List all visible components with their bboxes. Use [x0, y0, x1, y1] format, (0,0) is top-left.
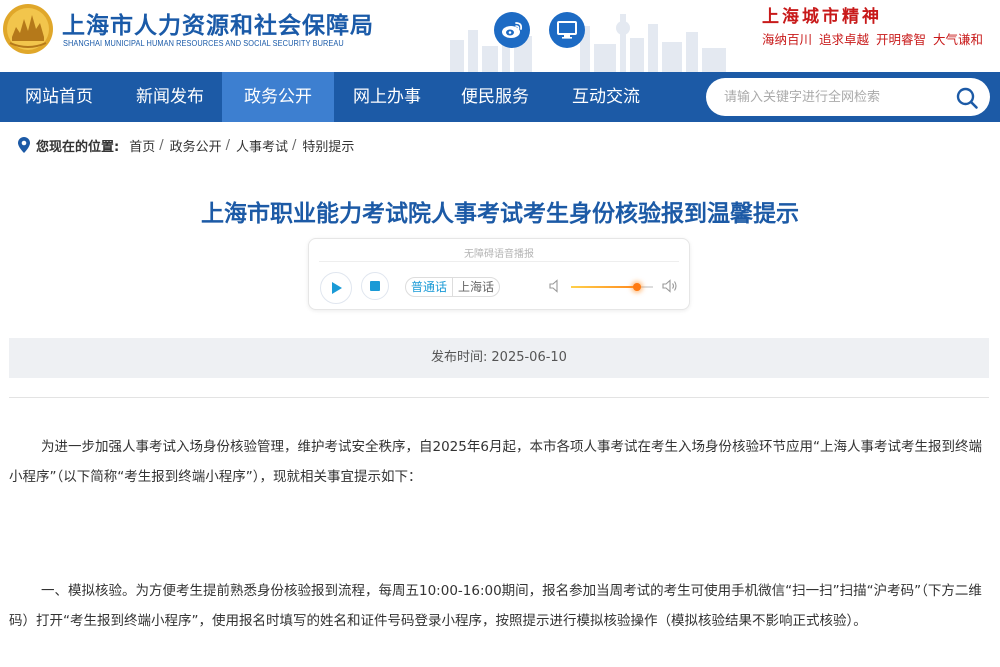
dialect-toggle: 普通话 上海话: [405, 277, 501, 297]
breadcrumb: 您现在的位置: 首页 / 政务公开 / 人事考试 / 特别提示: [18, 136, 354, 155]
search-box: [706, 78, 990, 116]
publish-label: 发布时间:: [431, 350, 488, 365]
spirit-value: 追求卓越: [819, 32, 870, 47]
city-spirit-values: 海纳百川 追求卓越 开明睿智 大气谦和: [762, 29, 990, 48]
spirit-value: 海纳百川: [762, 32, 813, 47]
breadcrumb-item-home[interactable]: 首页: [129, 136, 155, 155]
spirit-value: 大气谦和: [933, 32, 984, 47]
volume-slider-fill: [571, 286, 637, 288]
play-icon: [332, 282, 342, 294]
dialect-option-shanghainese[interactable]: 上海话: [452, 278, 499, 296]
player-divider: [319, 261, 679, 262]
stop-icon: [370, 281, 380, 291]
volume-up-icon[interactable]: [662, 279, 678, 293]
weibo-icon: [502, 22, 523, 38]
nav-item-online-services[interactable]: 网上办事: [334, 72, 440, 122]
breadcrumb-separator: /: [292, 137, 297, 153]
site-title-english: SHANGHAI MUNICIPAL HUMAN RESOURCES AND S…: [63, 39, 344, 48]
city-spirit-title: 上海城市精神: [762, 7, 882, 27]
bureau-emblem-icon: [3, 4, 53, 54]
content-divider: [9, 397, 989, 398]
main-nav: 网站首页 新闻发布 政务公开 网上办事 便民服务 互动交流: [0, 72, 1000, 122]
breadcrumb-item-personnel-exam[interactable]: 人事考试: [236, 136, 288, 155]
site-header: 上海市人力资源和社会保障局 SHANGHAI MUNICIPAL HUMAN R…: [0, 0, 1000, 72]
desktop-version-button[interactable]: [549, 12, 585, 48]
site-title: 上海市人力资源和社会保障局: [62, 13, 374, 39]
audio-player: 无障碍语音播报 普通话 上海话: [308, 238, 690, 310]
article-title: 上海市职业能力考试院人事考试考生身份核验报到温馨提示: [201, 201, 799, 227]
weibo-button[interactable]: [494, 12, 530, 48]
article-paragraph: 为进一步加强人事考试入场身份核验管理，维护考试安全秩序，自2025年6月起，本市…: [9, 439, 982, 485]
publish-date: 2025-06-10: [491, 350, 567, 365]
nav-item-news[interactable]: 新闻发布: [118, 72, 222, 122]
nav-item-interaction[interactable]: 互动交流: [550, 72, 662, 122]
search-input[interactable]: [724, 78, 944, 116]
breadcrumb-item-special-notice[interactable]: 特别提示: [302, 136, 354, 155]
breadcrumb-separator: /: [225, 137, 231, 153]
breadcrumb-separator: /: [159, 137, 164, 153]
volume-down-icon[interactable]: [549, 279, 563, 293]
play-button[interactable]: [320, 272, 352, 304]
nav-item-home[interactable]: 网站首页: [0, 72, 118, 122]
player-caption: 无障碍语音播报: [464, 249, 534, 260]
dialect-option-mandarin[interactable]: 普通话: [406, 278, 452, 296]
search-icon[interactable]: [955, 86, 979, 110]
nav-item-government-affairs[interactable]: 政务公开: [222, 72, 334, 122]
city-skyline-decoration: [450, 14, 726, 72]
breadcrumb-item-government-affairs[interactable]: 政务公开: [170, 136, 222, 155]
volume-slider-knob[interactable]: [632, 283, 641, 291]
spirit-value: 开明睿智: [876, 32, 927, 47]
publish-info-bar: 发布时间: 2025-06-10: [9, 338, 989, 378]
location-pin-icon: [18, 137, 30, 153]
article-paragraph: 一、模拟核验。为方便考生提前熟悉身份核验报到流程，每周五10:00-16:00期…: [9, 583, 982, 629]
breadcrumb-label: 您现在的位置:: [36, 139, 120, 155]
nav-item-public-services[interactable]: 便民服务: [440, 72, 550, 122]
desktop-icon: [557, 21, 577, 39]
stop-button[interactable]: [361, 272, 389, 300]
volume-slider[interactable]: [571, 283, 653, 291]
